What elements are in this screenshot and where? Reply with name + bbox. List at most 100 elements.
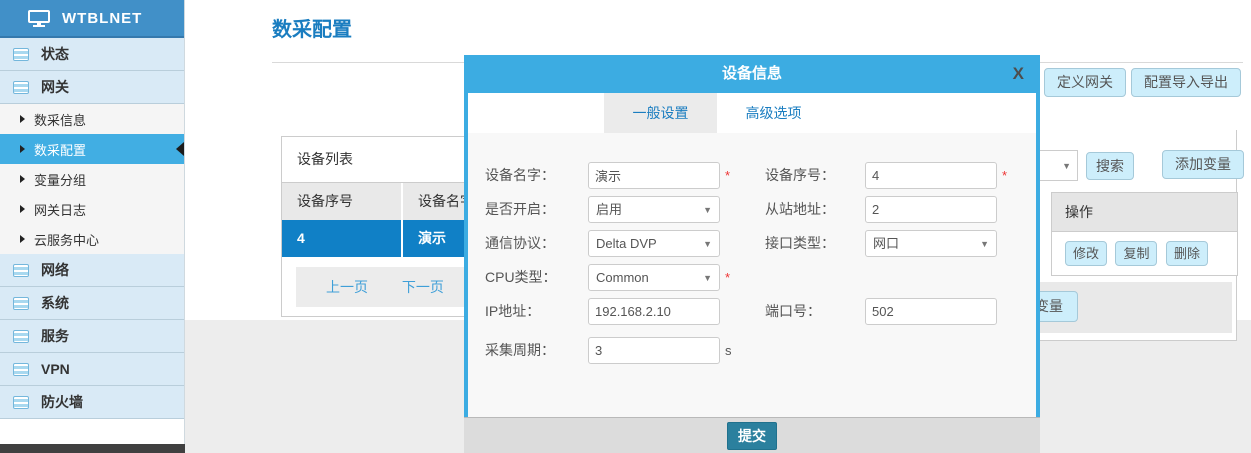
close-icon[interactable]: X	[1013, 63, 1024, 85]
sidebar-item-network[interactable]: 网络	[0, 254, 184, 287]
sidebar-item-vpn[interactable]: VPN	[0, 353, 184, 386]
page-title: 数采配置	[272, 13, 352, 42]
prev-page-link[interactable]: 上一页	[326, 279, 368, 295]
modal-title: 设备信息	[464, 55, 1040, 93]
chevron-down-icon: ▼	[980, 240, 989, 249]
sidebar-item-label: 数采配置	[34, 140, 86, 159]
chevron-down-icon: ▼	[1062, 161, 1071, 171]
sidebar-item-data-info[interactable]: 数采信息	[0, 104, 184, 134]
modal-body: 设备名字： * 设备序号： * 是否开启： 启用 ▼ 从站地址： 通信协议： D…	[468, 133, 1036, 417]
sidebar-bottom-bar	[0, 444, 185, 453]
table-row: 修改 复制 删除	[1051, 232, 1238, 276]
table-icon	[13, 297, 29, 310]
device-name-label: 设备名字：	[485, 162, 587, 189]
cpu-type-select-value: Common	[596, 270, 649, 285]
sidebar-item-cloud-center[interactable]: 云服务中心	[0, 224, 184, 254]
tab-advanced-options[interactable]: 高级选项	[717, 93, 830, 133]
sidebar-item-firewall[interactable]: 防火墙	[0, 386, 184, 419]
column-header-device-index: 设备序号	[282, 183, 401, 220]
app-window: WTBLNET 状态 网关 数采信息 数采配置 变量分组 网关日志	[0, 0, 1251, 453]
collect-period-input[interactable]	[588, 337, 720, 364]
config-import-export-button[interactable]: 配置导入导出	[1131, 68, 1241, 97]
cpu-type-select[interactable]: Common ▼	[588, 264, 720, 291]
operations-table: 操作 修改 复制 删除	[1051, 192, 1238, 276]
port-input[interactable]	[865, 298, 997, 325]
cell-device-index: 4	[282, 220, 401, 257]
sidebar-item-status[interactable]: 状态	[0, 38, 184, 71]
seconds-unit-label: s	[725, 337, 732, 364]
caret-right-icon	[20, 115, 25, 123]
protocol-select-value: Delta DVP	[596, 236, 657, 251]
enabled-label: 是否开启：	[485, 196, 587, 223]
sidebar-item-label: 防火墙	[41, 392, 83, 412]
enabled-select-value: 启用	[596, 202, 622, 217]
interface-type-label: 接口类型：	[765, 230, 867, 257]
enabled-select[interactable]: 启用 ▼	[588, 196, 720, 223]
brand-header: WTBLNET	[0, 0, 184, 38]
table-icon	[13, 330, 29, 343]
ip-address-input[interactable]	[588, 298, 720, 325]
interface-type-select-value: 网口	[873, 236, 899, 251]
sidebar-item-gateway-log[interactable]: 网关日志	[0, 194, 184, 224]
sidebar-item-label: 网络	[41, 260, 69, 280]
monitor-icon	[28, 10, 50, 27]
modal-footer: 提交	[464, 417, 1040, 453]
selected-notch-icon	[176, 142, 184, 156]
operations-column-header: 操作	[1051, 192, 1238, 232]
sidebar: WTBLNET 状态 网关 数采信息 数采配置 变量分组 网关日志	[0, 0, 185, 453]
cpu-type-label: CPU类型：	[485, 264, 587, 291]
next-page-link[interactable]: 下一页	[402, 279, 444, 295]
copy-button[interactable]: 复制	[1115, 241, 1157, 266]
sidebar-item-label: 服务	[41, 326, 69, 346]
sidebar-item-label: 云服务中心	[34, 230, 99, 249]
caret-right-icon	[20, 235, 25, 243]
submit-button[interactable]: 提交	[727, 422, 777, 450]
device-index-input[interactable]	[865, 162, 997, 189]
delete-button[interactable]: 删除	[1166, 241, 1208, 266]
table-icon	[13, 396, 29, 409]
chevron-down-icon: ▼	[703, 206, 712, 215]
sidebar-item-label: 变量分组	[34, 170, 86, 189]
slave-address-label: 从站地址：	[765, 196, 867, 223]
sidebar-item-label: 网关日志	[34, 200, 86, 219]
device-name-input[interactable]	[588, 162, 720, 189]
protocol-label: 通信协议：	[485, 230, 587, 257]
caret-right-icon	[20, 205, 25, 213]
chevron-down-icon: ▼	[703, 274, 712, 283]
table-icon	[13, 48, 29, 61]
modal-tabs: 一般设置 高级选项	[468, 93, 1036, 133]
tab-general-settings[interactable]: 一般设置	[604, 93, 717, 133]
required-marker: *	[725, 162, 735, 189]
device-index-label: 设备序号：	[765, 162, 867, 189]
ip-address-label: IP地址：	[485, 298, 587, 325]
brand-name: WTBLNET	[62, 10, 142, 27]
device-info-modal: 设备信息 X 一般设置 高级选项 设备名字： * 设备序号： * 是否开启： 启…	[464, 55, 1040, 453]
required-marker: *	[725, 264, 735, 291]
table-icon	[13, 363, 29, 376]
sidebar-item-label: VPN	[41, 361, 70, 377]
modal-header: 设备信息 X	[464, 55, 1040, 93]
chevron-down-icon: ▼	[703, 240, 712, 249]
required-marker: *	[1002, 162, 1012, 189]
modify-button[interactable]: 修改	[1065, 241, 1107, 266]
sidebar-item-label: 网关	[41, 77, 69, 97]
table-icon	[13, 264, 29, 277]
caret-right-icon	[20, 175, 25, 183]
define-gateway-button[interactable]: 定义网关	[1044, 68, 1126, 97]
slave-address-input[interactable]	[865, 196, 997, 223]
sidebar-item-label: 数采信息	[34, 110, 86, 129]
sidebar-item-data-config[interactable]: 数采配置	[0, 134, 184, 164]
sidebar-item-label: 系统	[41, 293, 69, 313]
sidebar-item-label: 状态	[41, 44, 69, 64]
add-variable-button[interactable]: 添加变量	[1162, 150, 1244, 179]
collect-period-label: 采集周期：	[485, 337, 587, 364]
port-label: 端口号：	[765, 298, 867, 325]
sidebar-item-variable-group[interactable]: 变量分组	[0, 164, 184, 194]
sidebar-item-system[interactable]: 系统	[0, 287, 184, 320]
sidebar-item-service[interactable]: 服务	[0, 320, 184, 353]
search-button[interactable]: 搜索	[1086, 152, 1134, 180]
table-icon	[13, 81, 29, 94]
interface-type-select[interactable]: 网口 ▼	[865, 230, 997, 257]
sidebar-item-gateway[interactable]: 网关	[0, 71, 184, 104]
protocol-select[interactable]: Delta DVP ▼	[588, 230, 720, 257]
